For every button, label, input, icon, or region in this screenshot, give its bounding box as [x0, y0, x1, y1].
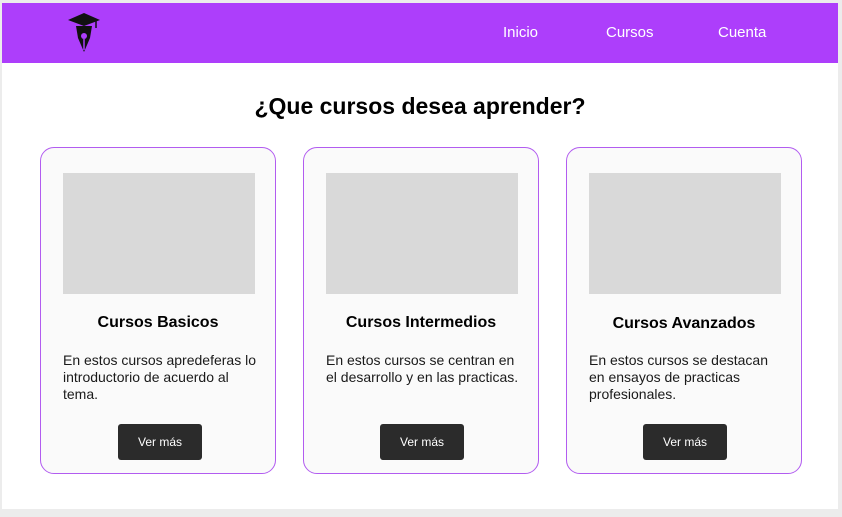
graduation-pen-icon[interactable] — [66, 12, 102, 56]
page-title: ¿Que cursos desea aprender? — [254, 93, 586, 119]
nav-link-cursos[interactable]: Cursos — [606, 24, 654, 42]
card-title: Cursos Avanzados — [612, 315, 756, 332]
course-card-basicos: Cursos Basicos En estos cursos apredefer… — [40, 147, 276, 474]
navbar: Inicio Cursos Cuenta — [2, 3, 838, 63]
nav-link-cuenta[interactable]: Cuenta — [718, 24, 766, 42]
ver-mas-button[interactable]: Ver más — [118, 424, 202, 460]
card-image-placeholder — [589, 173, 781, 294]
card-description: En estos cursos apredeferas lo introduct… — [63, 352, 256, 402]
page-frame: Inicio Cursos Cuenta ¿Que cursos desea a… — [2, 3, 838, 509]
ver-mas-button[interactable]: Ver más — [380, 424, 464, 460]
card-title: Cursos Basicos — [97, 314, 219, 331]
card-title: Cursos Intermedios — [345, 314, 497, 331]
nav-link-inicio[interactable]: Inicio — [503, 24, 538, 42]
course-card-intermedios: Cursos Intermedios En estos cursos se ce… — [303, 147, 539, 474]
card-image-placeholder — [63, 173, 255, 294]
card-description: En estos cursos se centran en el desarro… — [326, 352, 519, 385]
course-card-avanzados: Cursos Avanzados En estos cursos se dest… — [566, 147, 802, 474]
ver-mas-button[interactable]: Ver más — [643, 424, 727, 460]
card-description: En estos cursos se destacan en ensayos d… — [589, 352, 768, 402]
card-image-placeholder — [326, 173, 518, 294]
